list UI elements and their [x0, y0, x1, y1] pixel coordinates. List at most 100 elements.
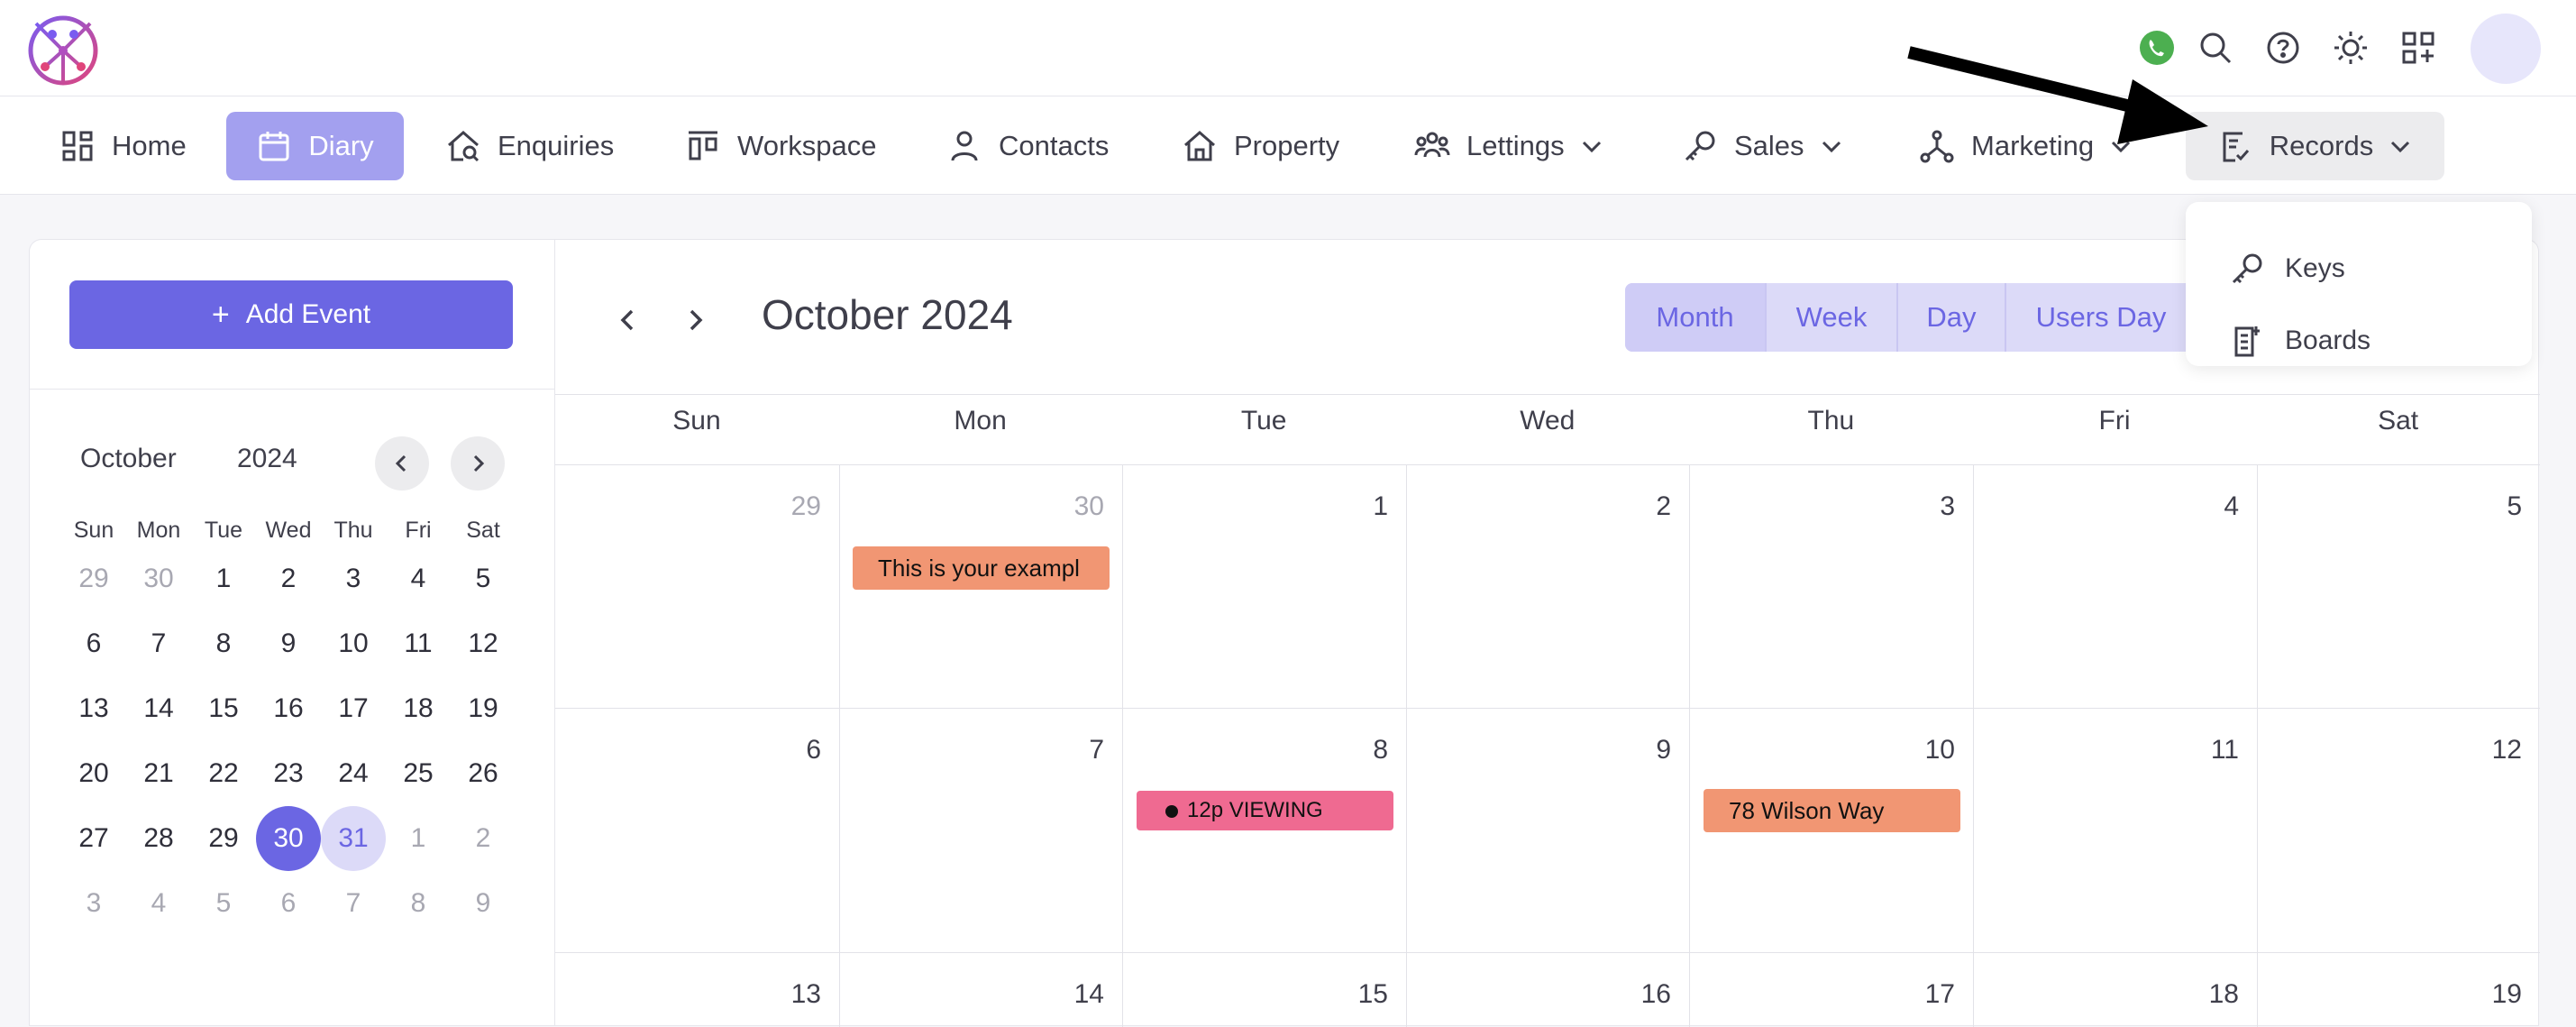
day-number[interactable]: 29 — [767, 491, 821, 522]
mini-cal-day[interactable]: 3 — [61, 871, 126, 936]
day-number[interactable]: 18 — [2185, 979, 2239, 1010]
mini-cal-day[interactable]: 29 — [61, 546, 126, 611]
mini-cal-day[interactable]: 30 — [126, 546, 191, 611]
day-number[interactable]: 6 — [767, 735, 821, 766]
mini-cal-day[interactable]: 23 — [256, 741, 321, 806]
mini-cal-day[interactable]: 6 — [61, 611, 126, 676]
nav-enquiries[interactable]: Enquiries — [445, 112, 614, 180]
prev-month-button[interactable] — [606, 298, 651, 343]
day-number[interactable]: 11 — [2185, 735, 2239, 766]
whatsapp-icon[interactable] — [2134, 25, 2179, 70]
mini-cal-day[interactable]: 4 — [126, 871, 191, 936]
mini-cal-next-button[interactable] — [451, 436, 505, 491]
mini-cal-day[interactable]: 19 — [451, 676, 516, 741]
mini-cal-day[interactable]: 12 — [451, 611, 516, 676]
nav-records[interactable]: Records — [2186, 112, 2444, 180]
help-icon[interactable] — [2261, 25, 2306, 70]
view-month-button[interactable]: Month — [1625, 283, 1767, 352]
day-number[interactable]: 12 — [2468, 735, 2522, 766]
mini-cal-day[interactable]: 16 — [256, 676, 321, 741]
day-number[interactable]: 5 — [2468, 491, 2522, 522]
day-number[interactable]: 3 — [1901, 491, 1955, 522]
user-avatar[interactable] — [2471, 14, 2541, 84]
next-month-button[interactable] — [672, 298, 717, 343]
menu-item-boards[interactable]: Boards — [2229, 318, 2370, 363]
mini-cal-day[interactable]: 7 — [126, 611, 191, 676]
mini-cal-day[interactable]: 5 — [191, 871, 256, 936]
mini-cal-day[interactable]: 17 — [321, 676, 386, 741]
day-number[interactable]: 16 — [1617, 979, 1671, 1010]
view-users-day-button[interactable]: Users Day — [2006, 283, 2196, 352]
mini-cal-day[interactable]: 11 — [386, 611, 451, 676]
calendar-event[interactable]: 12p VIEWING — [1137, 791, 1393, 830]
mini-cal-day[interactable]: 24 — [321, 741, 386, 806]
mini-cal-day[interactable]: 2 — [451, 806, 516, 871]
home-grid-icon — [62, 131, 93, 161]
apps-icon[interactable] — [2396, 25, 2441, 70]
mini-cal-day[interactable]: 30 — [256, 806, 321, 871]
mini-cal-day[interactable]: 2 — [256, 546, 321, 611]
event-label: This is your exampl — [878, 554, 1080, 582]
day-number[interactable]: 2 — [1617, 491, 1671, 522]
nav-property-label: Property — [1234, 130, 1340, 161]
mini-cal-day[interactable]: 22 — [191, 741, 256, 806]
day-number[interactable]: 30 — [1050, 491, 1104, 522]
day-number[interactable]: 9 — [1617, 735, 1671, 766]
day-number[interactable]: 14 — [1050, 979, 1104, 1010]
mini-cal-day[interactable]: 6 — [256, 871, 321, 936]
nav-sales[interactable]: Sales — [1682, 112, 1844, 180]
mini-cal-day[interactable]: 1 — [191, 546, 256, 611]
day-number[interactable]: 19 — [2468, 979, 2522, 1010]
mini-cal-prev-button[interactable] — [375, 436, 429, 491]
nav-lettings[interactable]: Lettings — [1414, 112, 1604, 180]
day-number[interactable]: 4 — [2185, 491, 2239, 522]
menu-item-keys[interactable]: Keys — [2229, 246, 2345, 291]
mini-cal-day[interactable]: 27 — [61, 806, 126, 871]
mini-cal-day[interactable]: 8 — [191, 611, 256, 676]
mini-cal-day[interactable]: 18 — [386, 676, 451, 741]
calendar-event[interactable]: This is your exampl — [853, 546, 1110, 590]
mini-cal-day[interactable]: 4 — [386, 546, 451, 611]
day-number[interactable]: 15 — [1334, 979, 1388, 1010]
mini-cal-day[interactable]: 29 — [191, 806, 256, 871]
mini-cal-day[interactable]: 25 — [386, 741, 451, 806]
nav-contacts[interactable]: Contacts — [946, 112, 1109, 180]
mini-cal-day[interactable]: 28 — [126, 806, 191, 871]
mini-cal-day[interactable]: 3 — [321, 546, 386, 611]
nav-workspace[interactable]: Workspace — [685, 112, 877, 180]
view-week-button[interactable]: Week — [1767, 283, 1898, 352]
mini-cal-day[interactable]: 9 — [451, 871, 516, 936]
mini-cal-day[interactable]: 26 — [451, 741, 516, 806]
nav-home[interactable]: Home — [43, 112, 203, 180]
mini-cal-day[interactable]: 9 — [256, 611, 321, 676]
day-number[interactable]: 7 — [1050, 735, 1104, 766]
mini-cal-month[interactable]: October — [80, 444, 177, 474]
nav-property[interactable]: Property — [1182, 112, 1339, 180]
day-number[interactable]: 1 — [1334, 491, 1388, 522]
mini-cal-day[interactable]: 31 — [321, 806, 386, 871]
mini-cal-day[interactable]: 20 — [61, 741, 126, 806]
mini-cal-day[interactable]: 10 — [321, 611, 386, 676]
view-day-button[interactable]: Day — [1898, 283, 2006, 352]
add-event-button[interactable]: + Add Event — [69, 280, 513, 349]
mini-cal-day[interactable]: 13 — [61, 676, 126, 741]
people-icon — [1414, 132, 1450, 158]
mini-cal-day[interactable]: 21 — [126, 741, 191, 806]
mini-cal-day[interactable]: 1 — [386, 806, 451, 871]
mini-cal-day[interactable]: 7 — [321, 871, 386, 936]
calendar-event[interactable]: 78 Wilson Way — [1704, 789, 1960, 832]
mini-cal-day[interactable]: 8 — [386, 871, 451, 936]
mini-cal-day[interactable]: 15 — [191, 676, 256, 741]
day-number[interactable]: 13 — [767, 979, 821, 1010]
nav-marketing[interactable]: Marketing — [1919, 112, 2133, 180]
divider — [30, 389, 555, 390]
search-icon[interactable] — [2193, 25, 2238, 70]
mini-cal-day[interactable]: 5 — [451, 546, 516, 611]
nav-diary[interactable]: Diary — [226, 112, 404, 180]
sun-icon[interactable] — [2328, 25, 2373, 70]
day-number[interactable]: 8 — [1334, 735, 1388, 766]
day-number[interactable]: 10 — [1901, 735, 1955, 766]
mini-cal-year[interactable]: 2024 — [237, 444, 297, 474]
day-number[interactable]: 17 — [1901, 979, 1955, 1010]
mini-cal-day[interactable]: 14 — [126, 676, 191, 741]
